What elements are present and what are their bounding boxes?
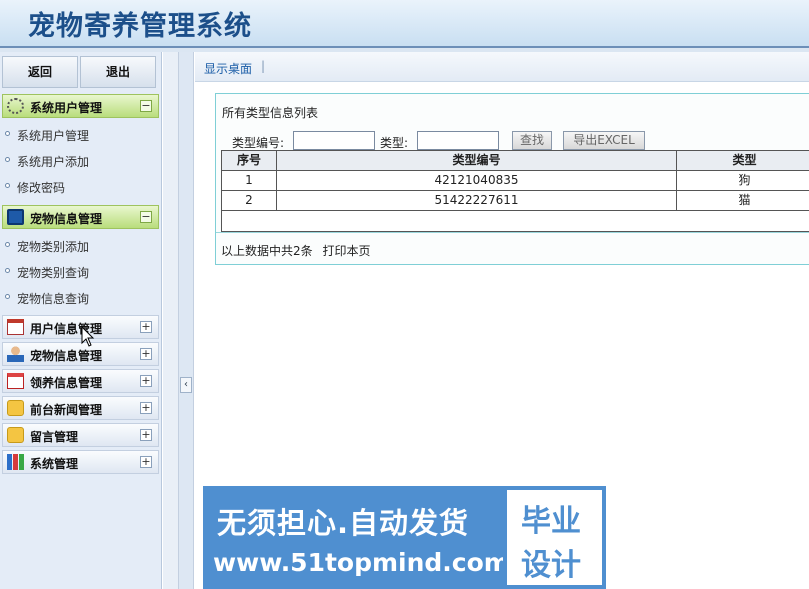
expand-icon[interactable]: + [140,429,152,441]
breadcrumb: 显示桌面 | [195,52,809,82]
menu-group-label: 领养信息管理 [30,376,103,390]
news-icon [7,400,24,416]
bullet-icon [5,183,10,188]
expand-icon[interactable]: + [140,402,152,414]
sidebar-item-system-user-manage[interactable]: 系统用户管理 [0,121,158,147]
sidebar-item-label: 系统用户添加 [17,155,90,169]
collapse-icon[interactable]: − [140,211,152,223]
mouse-pointer-icon [81,326,95,347]
gear-icon [7,98,24,114]
sidebar: 返回 退出 系统用户管理 − 系统用户管理 系统用户添加 修改密码 宠物信息管理… [0,52,162,589]
menu-group-system[interactable]: 系统管理 + [2,450,159,474]
expand-icon[interactable]: + [140,375,152,387]
sidebar-gap [163,52,178,589]
menu-group-pet-info[interactable]: 宠物信息管理 − [2,205,159,229]
sidebar-item-label: 宠物类别添加 [17,240,90,254]
bullet-icon [5,242,10,247]
monitor-icon [7,209,24,225]
sidebar-item-system-user-add[interactable]: 系统用户添加 [0,147,158,173]
menu-group-label: 宠物信息管理 [30,349,103,363]
table-row[interactable]: 2 51422227611 猫 [222,191,809,211]
expand-icon[interactable]: + [140,456,152,468]
show-desktop-link[interactable]: 显示桌面 [204,60,252,77]
type-table: 序号 类型编号 类型 1 42121040835 狗 2 51422227611… [221,150,809,232]
panel-title: 所有类型信息列表 [222,106,319,120]
table-summary: 以上数据中共2条 打印本页 [221,242,370,259]
menu-group-label: 留言管理 [30,430,79,444]
exit-button[interactable]: 退出 [80,56,156,88]
app-window: 宠物寄养管理系统 返回 退出 系统用户管理 − 系统用户管理 系统用户添加 修改… [0,0,809,589]
search-button[interactable]: 查找 [512,131,552,150]
message-icon [7,427,24,443]
table-cell: 猫 [738,193,751,207]
menu-group-label: 系统用户管理 [30,101,103,115]
back-button[interactable]: 返回 [2,56,78,88]
ad-banner[interactable]: 无须担心.自动发货 www.51topmind.com 毕业 设计 [203,486,606,589]
ad-badge: 毕业 设计 [503,486,606,589]
calendar-icon [7,319,24,335]
ad-badge-line: 设计 [521,548,581,583]
type-input[interactable] [417,131,499,150]
user-icon [7,346,24,362]
record-count: 以上数据中共2条 [221,244,313,258]
table-row[interactable]: 1 42121040835 狗 [222,171,809,191]
app-title: 宠物寄养管理系统 [28,11,252,42]
expand-icon[interactable]: + [140,321,152,333]
table-header: 序号 类型编号 类型 [222,151,809,171]
column-header: 序号 [222,151,277,170]
table-cell: 1 [222,171,277,190]
type-code-label: 类型编号: [232,136,285,150]
menu-group-label: 前台新闻管理 [30,403,103,417]
type-label: 类型: [380,136,409,150]
menu-group-label: 系统管理 [30,457,79,471]
menu-group-label: 宠物信息管理 [30,212,103,226]
sidebar-item-label: 修改密码 [17,181,66,195]
type-code-input[interactable] [293,131,375,150]
sidebar-item-pet-info-query[interactable]: 宠物信息查询 [0,284,158,310]
collapse-icon[interactable]: − [140,100,152,112]
table-cell: 2 [222,191,277,210]
table-cell: 51422227611 [277,191,677,210]
calendar-icon [7,373,24,389]
bullet-icon [5,157,10,162]
ad-headline: 无须担心.自动发货 [217,506,470,540]
sidebar-item-label: 系统用户管理 [17,129,90,143]
table-cell: 狗 [738,173,751,187]
breadcrumb-separator: | [261,59,266,73]
search-form: 类型编号: 类型: 查找 导出EXCEL [216,130,809,152]
menu-group-system-users[interactable]: 系统用户管理 − [2,94,159,118]
ad-badge-line: 毕业 [521,504,581,539]
sidebar-splitter[interactable] [178,52,194,589]
collapse-sidebar-button[interactable]: ‹ [180,377,192,393]
column-header: 类型 [732,153,757,167]
sidebar-item-pet-category-query[interactable]: 宠物类别查询 [0,258,158,284]
expand-icon[interactable]: + [140,348,152,360]
app-header: 宠物寄养管理系统 [0,0,809,48]
sidebar-item-pet-category-add[interactable]: 宠物类别添加 [0,232,158,258]
chart-icon [7,454,24,470]
print-page-link[interactable]: 打印本页 [322,244,370,258]
type-list-panel: 所有类型信息列表 类型编号: 类型: 查找 导出EXCEL 序号 类型编号 类型… [215,93,809,265]
menu-group-frontend-news[interactable]: 前台新闻管理 + [2,396,159,420]
bullet-icon [5,294,10,299]
bullet-icon [5,131,10,136]
sidebar-button-bar: 返回 退出 [2,56,158,88]
menu-group-adoption-info[interactable]: 领养信息管理 + [2,369,159,393]
menu-group-messages[interactable]: 留言管理 + [2,423,159,447]
sidebar-item-label: 宠物信息查询 [17,292,90,306]
export-excel-button[interactable]: 导出EXCEL [563,131,645,150]
table-cell: 42121040835 [277,171,677,190]
sidebar-item-change-password[interactable]: 修改密码 [0,173,158,199]
summary-divider [216,232,809,233]
bullet-icon [5,268,10,273]
column-header: 类型编号 [277,151,677,170]
ad-url: www.51topmind.com [213,548,510,577]
sidebar-item-label: 宠物类别查询 [17,266,90,280]
